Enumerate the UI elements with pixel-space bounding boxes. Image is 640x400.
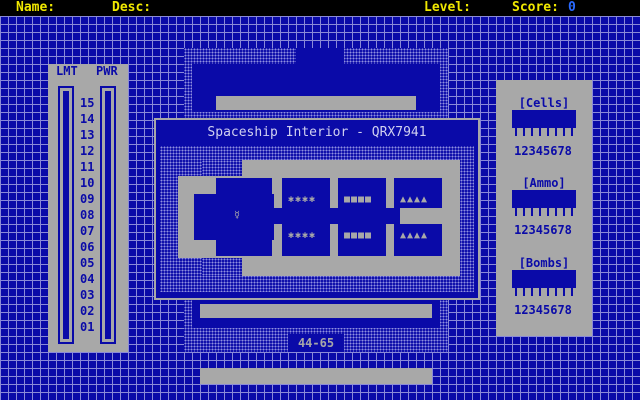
pyramid-icon: ▲▲▲▲ xyxy=(400,230,429,241)
scale-tick: 14 xyxy=(80,112,95,126)
pwr-label: PWR xyxy=(96,64,118,78)
map-frame-notch-top xyxy=(296,48,344,64)
player-icon[interactable]: ☿ xyxy=(234,210,241,221)
corridor xyxy=(270,208,400,224)
status-bar: Name: Desc: Level: Score: 0 xyxy=(0,0,640,16)
bottom-bar xyxy=(200,368,432,384)
pwr-gauge xyxy=(100,86,116,344)
desc-label: Desc: xyxy=(112,0,152,15)
crate-icon: ■■■■ xyxy=(344,230,373,241)
inventory-panel: [Cells] 12345678 [Ammo] 12345678 [Bombs]… xyxy=(496,80,592,336)
pyramid-icon: ▲▲▲▲ xyxy=(400,194,429,205)
lmt-gauge xyxy=(58,86,74,344)
cells-label: [Cells] xyxy=(518,96,570,110)
scale-tick: 02 xyxy=(80,304,95,318)
scale-tick: 01 xyxy=(80,320,95,334)
map-window: Spaceship Interior - QRX7941 « ☿ ✱✱✱✱ ✱✱… xyxy=(154,118,480,300)
cockpit-room-ext xyxy=(216,178,272,256)
name-label: Name: xyxy=(16,0,56,15)
scale-tick: 05 xyxy=(80,256,95,270)
level-label: Level: xyxy=(424,0,471,15)
coordinates-box: 44-65 xyxy=(288,334,344,352)
bombs-chip-icon xyxy=(512,270,576,288)
lmt-label: LMT xyxy=(56,64,78,78)
hull-notch-bl xyxy=(202,258,242,276)
scale-tick: 11 xyxy=(80,160,95,174)
bombs-slots: 12345678 xyxy=(514,303,572,317)
meter-scale: 15 14 13 12 11 10 09 08 07 06 05 04 03 0… xyxy=(80,95,94,335)
scale-tick: 10 xyxy=(80,176,95,190)
map-area: « ☿ ✱✱✱✱ ✱✱✱✱ ■■■■ ■■■■ ▲▲▲▲ ▲▲▲▲ xyxy=(160,146,474,292)
cells-pins xyxy=(512,128,576,136)
bombs-pins xyxy=(512,288,576,296)
cells-slots: 12345678 xyxy=(514,144,572,158)
hull-notch-tl xyxy=(202,160,242,176)
scale-tick: 06 xyxy=(80,240,95,254)
score-label: Score: xyxy=(512,0,559,15)
ammo-label: [Ammo] xyxy=(522,176,566,190)
scale-tick: 15 xyxy=(80,96,95,110)
scale-tick: 03 xyxy=(80,288,95,302)
map-frame-bottom-bar xyxy=(200,304,432,318)
map-frame-top-bar xyxy=(216,96,416,110)
ammo-chip-icon xyxy=(512,190,576,208)
ammo-slots: 12345678 xyxy=(514,223,572,237)
scale-tick: 13 xyxy=(80,128,95,142)
scale-tick: 09 xyxy=(80,192,95,206)
map-title: Spaceship Interior - QRX7941 xyxy=(207,125,427,140)
scale-tick: 04 xyxy=(80,272,95,286)
mine-icon: ✱✱✱✱ xyxy=(288,230,317,241)
scale-tick: 08 xyxy=(80,208,95,222)
scale-tick: 12 xyxy=(80,144,95,158)
door-arrow-icon[interactable]: « xyxy=(178,210,185,221)
bombs-label: [Bombs] xyxy=(518,256,570,270)
score-value: 0 xyxy=(568,0,576,15)
crate-icon: ■■■■ xyxy=(344,194,373,205)
mine-icon: ✱✱✱✱ xyxy=(288,194,317,205)
scale-tick: 07 xyxy=(80,224,95,238)
ammo-pins xyxy=(512,208,576,216)
cells-chip-icon xyxy=(512,110,576,128)
